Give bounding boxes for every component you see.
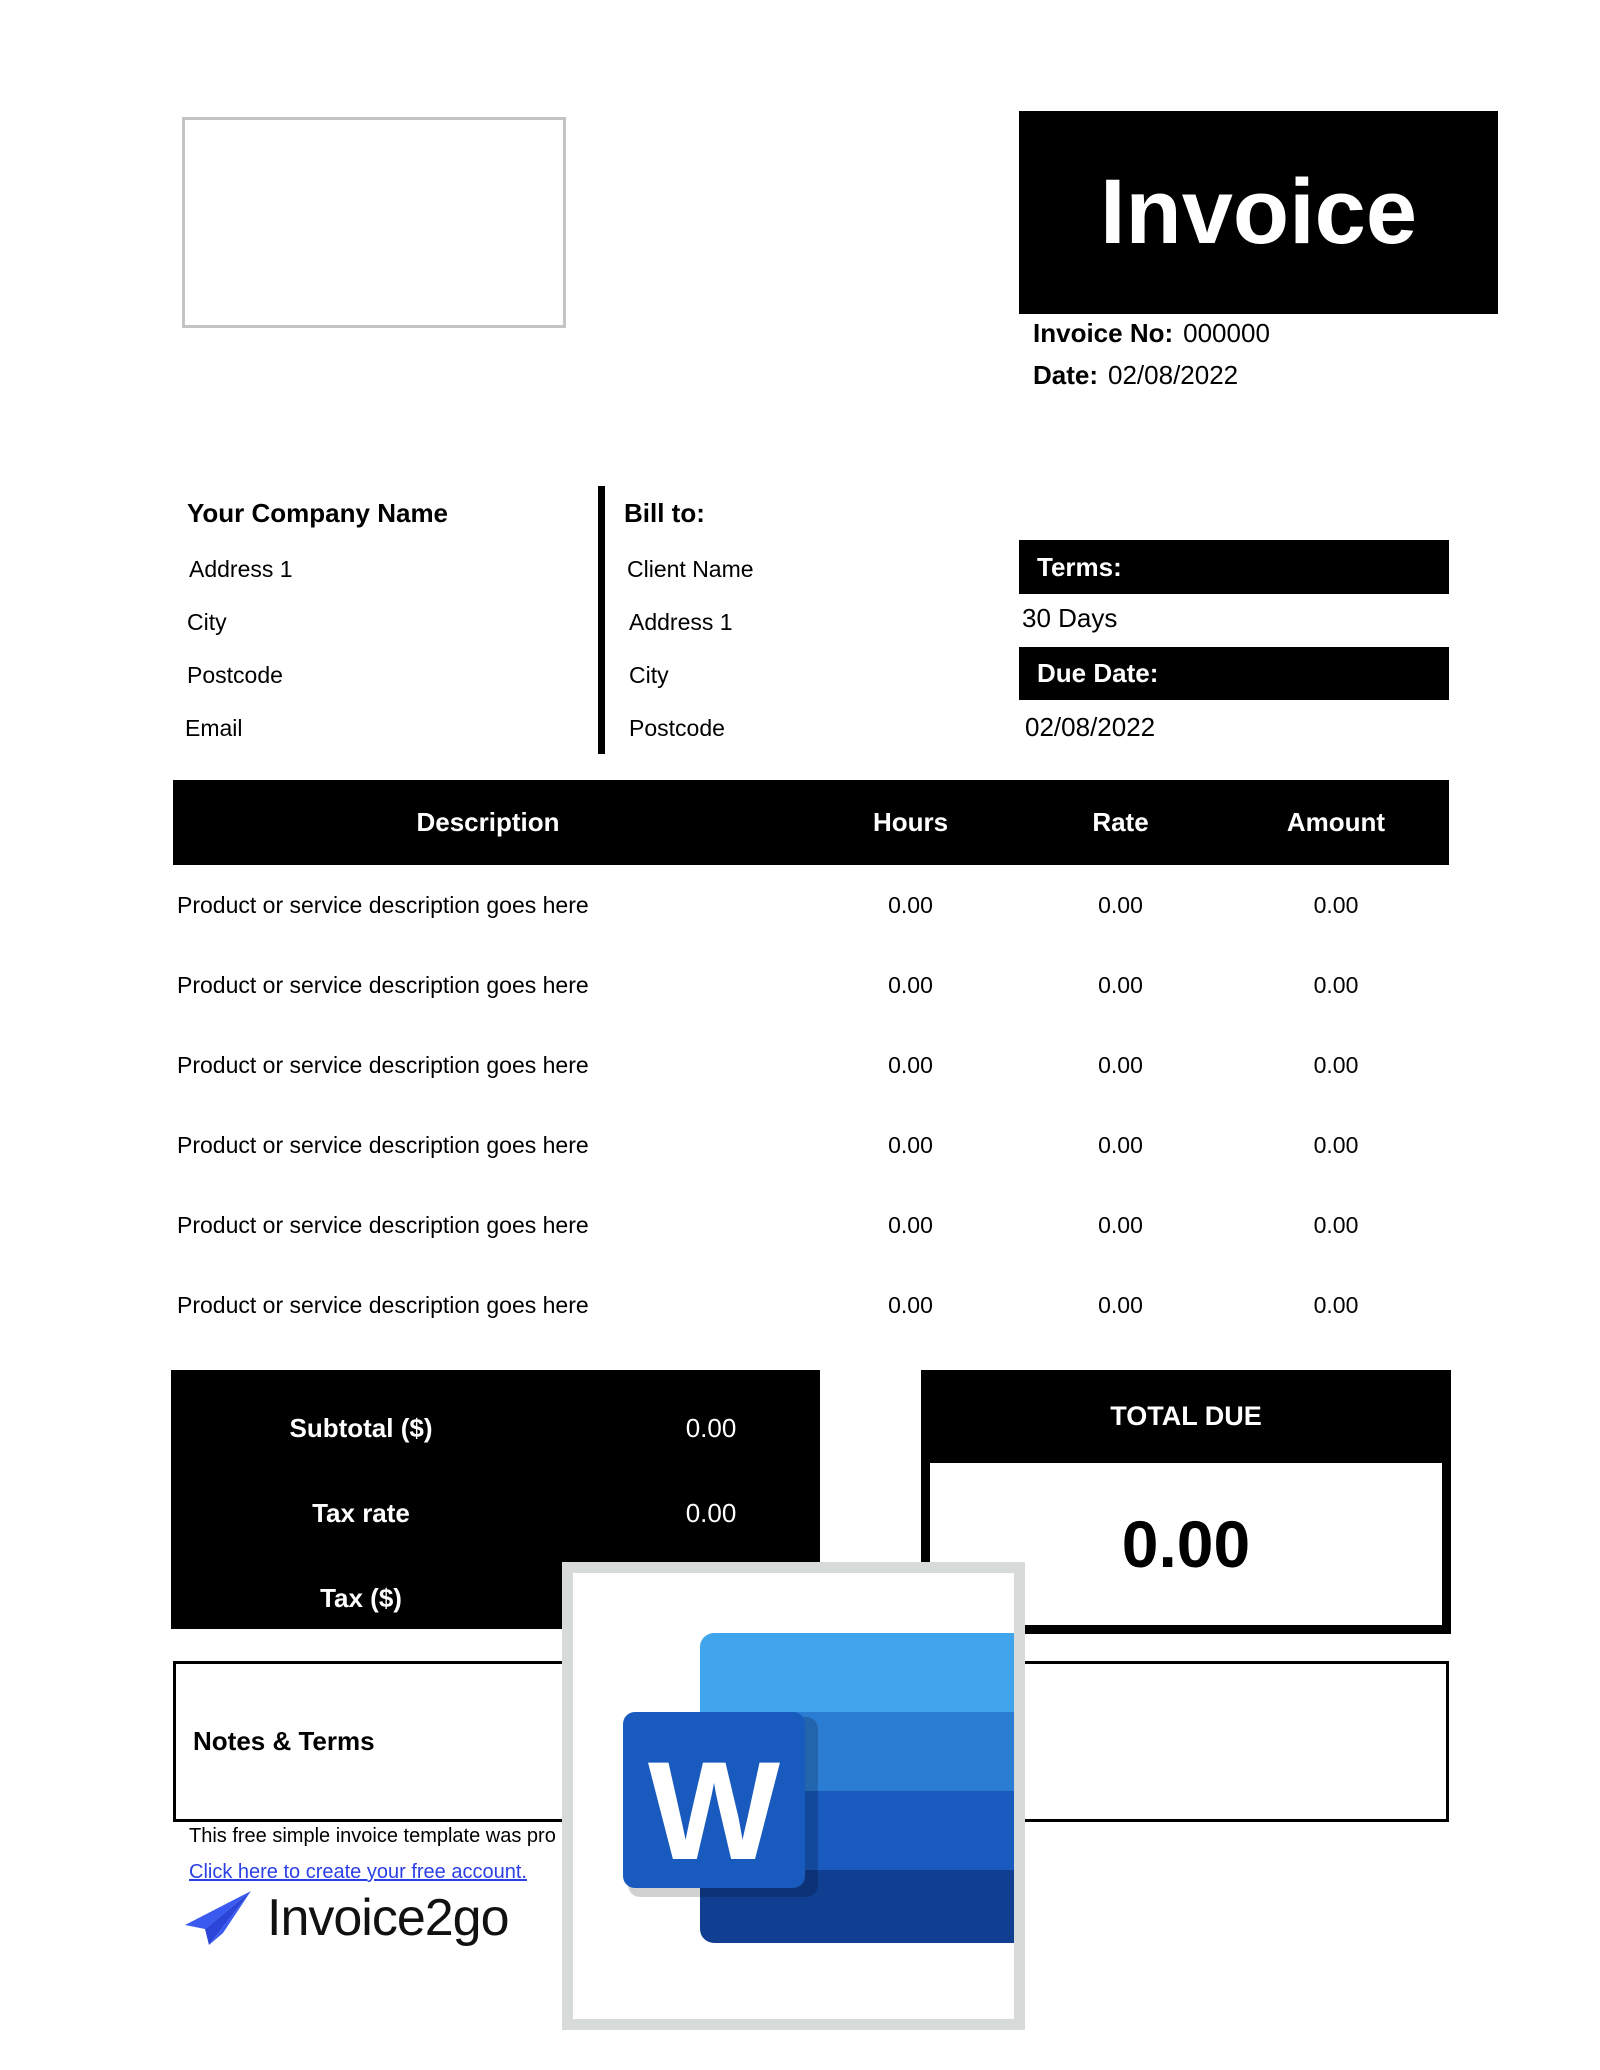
company-postcode[interactable]: Postcode <box>187 662 283 689</box>
terms-label: Terms: <box>1019 540 1449 594</box>
item-hours[interactable]: 0.00 <box>803 945 1018 1025</box>
client-postcode[interactable]: Postcode <box>629 715 725 742</box>
tax-rate-value[interactable]: 0.00 <box>686 1498 737 1529</box>
table-row: Product or service description goes here… <box>173 1105 1449 1185</box>
bill-to-label: Bill to: <box>624 498 705 528</box>
tax-rate-label: Tax rate <box>312 1498 410 1528</box>
client-name[interactable]: Client Name <box>627 556 754 583</box>
item-rate[interactable]: 0.00 <box>1018 1265 1223 1345</box>
item-rate[interactable]: 0.00 <box>1018 1185 1223 1265</box>
item-amount: 0.00 <box>1313 971 1359 998</box>
company-city[interactable]: City <box>187 609 227 636</box>
item-description[interactable]: Product or service description goes here <box>173 1025 803 1105</box>
invoice2go-logo[interactable]: Invoice2go <box>183 1888 510 1948</box>
column-header-hours: Hours <box>803 780 1018 865</box>
item-amount: 0.00 <box>1313 1211 1359 1238</box>
item-description[interactable]: Product or service description goes here <box>173 945 803 1025</box>
invoice-number-label: Invoice No: <box>1033 318 1174 348</box>
item-description[interactable]: Product or service description goes here <box>173 1265 803 1345</box>
item-hours[interactable]: 0.00 <box>803 1105 1018 1185</box>
table-header-row: Description Hours Rate Amount <box>173 780 1449 865</box>
invoice-title: Invoice <box>1019 111 1498 314</box>
invoice-date-value[interactable]: 02/08/2022 <box>1108 360 1238 390</box>
item-rate[interactable]: 0.00 <box>1018 1025 1223 1105</box>
total-due-label: TOTAL DUE <box>1110 1401 1262 1431</box>
subtotal-label: Subtotal ($) <box>289 1413 433 1443</box>
item-description[interactable]: Product or service description goes here <box>173 1105 803 1185</box>
item-rate[interactable]: 0.00 <box>1018 1105 1223 1185</box>
table-row: Product or service description goes here… <box>173 865 1449 945</box>
company-address[interactable]: Address 1 <box>189 556 293 583</box>
company-email[interactable]: Email <box>185 715 243 742</box>
item-amount: 0.00 <box>1313 891 1359 918</box>
table-row: Product or service description goes here… <box>173 1185 1449 1265</box>
item-hours[interactable]: 0.00 <box>803 1025 1018 1105</box>
create-account-link[interactable]: Click here to create your free account. <box>189 1861 527 1884</box>
item-rate[interactable]: 0.00 <box>1018 945 1223 1025</box>
column-header-amount: Amount <box>1223 780 1449 865</box>
items-table: Description Hours Rate Amount Product or… <box>173 780 1449 1345</box>
invoice-number-value[interactable]: 000000 <box>1183 318 1270 348</box>
paper-plane-icon <box>185 1891 251 1945</box>
table-row: Product or service description goes here… <box>173 1265 1449 1345</box>
column-header-rate: Rate <box>1018 780 1223 865</box>
item-hours[interactable]: 0.00 <box>803 1265 1018 1345</box>
item-hours[interactable]: 0.00 <box>803 865 1018 945</box>
item-hours[interactable]: 0.00 <box>803 1185 1018 1265</box>
word-icon-frame: W <box>562 1562 1036 2030</box>
brand-name: Invoice2go <box>267 1889 510 1947</box>
terms-value[interactable]: 30 Days <box>1022 603 1117 634</box>
company-logo-placeholder[interactable] <box>182 117 566 328</box>
item-description[interactable]: Product or service description goes here <box>173 1185 803 1265</box>
table-row: Product or service description goes here… <box>173 945 1449 1025</box>
invoice-number: Invoice No: 000000 <box>1033 318 1270 349</box>
item-amount: 0.00 <box>1313 1291 1359 1318</box>
item-amount: 0.00 <box>1313 1131 1359 1158</box>
company-name[interactable]: Your Company Name <box>187 498 448 529</box>
invoice-date-label: Date: <box>1033 360 1099 390</box>
tax-label: Tax ($) <box>320 1583 402 1613</box>
due-date-value[interactable]: 02/08/2022 <box>1025 712 1155 743</box>
invoice-date: Date: 02/08/2022 <box>1033 360 1238 391</box>
client-address[interactable]: Address 1 <box>629 609 733 636</box>
divider <box>598 486 605 754</box>
notes-label: Notes & Terms <box>193 1726 375 1756</box>
client-city[interactable]: City <box>629 662 669 689</box>
item-amount: 0.00 <box>1313 1051 1359 1078</box>
item-rate[interactable]: 0.00 <box>1018 865 1223 945</box>
column-header-description: Description <box>173 780 803 865</box>
word-letter: W <box>648 1732 780 1889</box>
item-description[interactable]: Product or service description goes here <box>173 865 803 945</box>
footer-text: This free simple invoice template was pr… <box>189 1825 556 1847</box>
due-date-label: Due Date: <box>1019 647 1449 700</box>
microsoft-word-icon: W <box>623 1633 1036 1943</box>
subtotal-value: 0.00 <box>685 1413 737 1443</box>
table-row: Product or service description goes here… <box>173 1025 1449 1105</box>
